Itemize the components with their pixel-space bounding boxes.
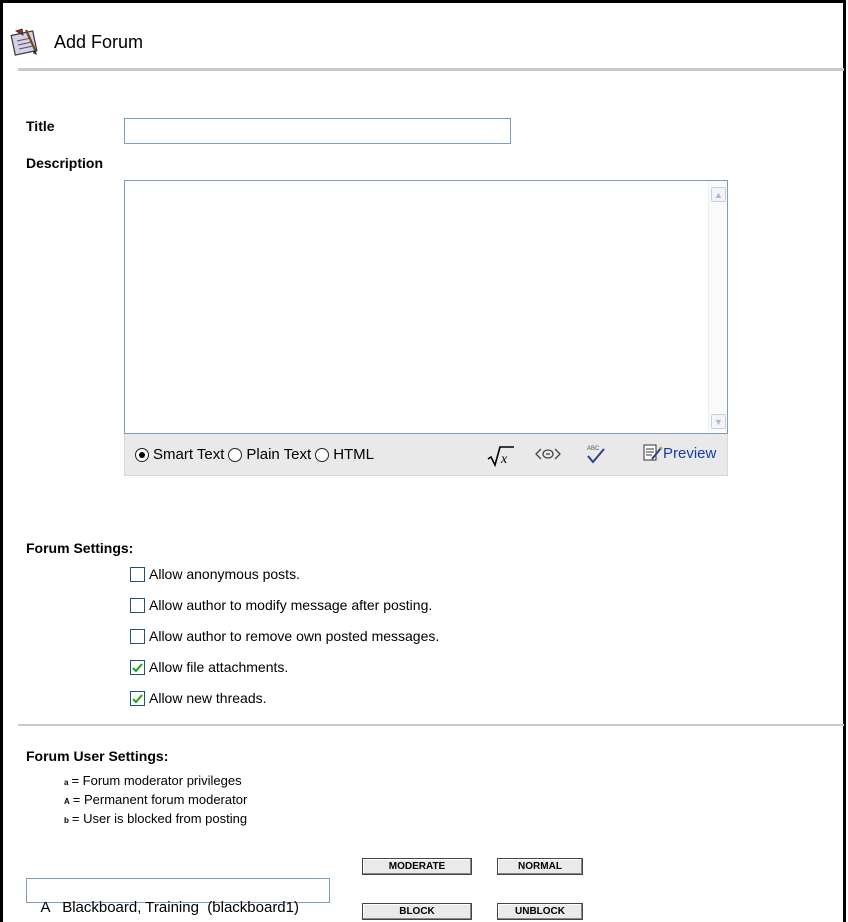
scroll-up-icon[interactable]: ▲ (711, 187, 726, 202)
link-icon[interactable] (535, 447, 561, 461)
radio-smart-text[interactable] (135, 447, 149, 462)
preview-label: Preview (663, 444, 717, 462)
option-anonymous-posts[interactable]: Allow anonymous posts. (130, 566, 300, 582)
title-input[interactable] (124, 118, 511, 144)
block-button[interactable]: BLOCK (362, 903, 472, 920)
option-new-threads[interactable]: Allow new threads. (130, 690, 267, 706)
moderate-button[interactable]: MODERATE (362, 858, 472, 875)
legend-blocked-user: b = User is blocked from posting (64, 811, 247, 826)
user-listbox[interactable]: A Blackboard, Training (blackboard1) (26, 878, 330, 916)
user-list-item[interactable]: A Blackboard, Training (blackboard1) (41, 899, 299, 916)
checkbox-modify-after-posting[interactable] (130, 597, 145, 613)
option-anonymous-posts-label: Allow anonymous posts. (149, 566, 300, 582)
option-remove-own-messages-label: Allow author to remove own posted messag… (149, 628, 440, 644)
option-modify-after-posting[interactable]: Allow author to modify message after pos… (130, 597, 432, 613)
description-label: Description (26, 155, 104, 171)
unblock-button[interactable]: UNBLOCK (497, 903, 583, 920)
checkbox-file-attachments[interactable] (130, 659, 145, 675)
forum-settings-title: Forum Settings: (26, 540, 134, 556)
check-icon (132, 662, 143, 672)
editor-toolbar: Smart Text Plain Text HTML x ABC Preview (124, 434, 728, 476)
normal-button[interactable]: NORMAL (497, 858, 583, 875)
page-title: Add Forum (54, 31, 144, 52)
checkbox-remove-own-messages[interactable] (130, 628, 145, 644)
option-new-threads-label: Allow new threads. (149, 690, 267, 706)
settings-divider (18, 724, 844, 726)
legend-text: = Permanent forum moderator (72, 792, 248, 807)
svg-text:x: x (500, 452, 508, 467)
option-remove-own-messages[interactable]: Allow author to remove own posted messag… (130, 628, 439, 644)
legend-text: = User is blocked from posting (71, 811, 248, 826)
option-file-attachments-label: Allow file attachments. (149, 659, 289, 675)
checkbox-new-threads[interactable] (130, 690, 145, 706)
description-editor: ▲ ▼ (124, 180, 728, 434)
page-header: Add Forum (10, 22, 143, 62)
option-file-attachments[interactable]: Allow file attachments. (130, 659, 288, 675)
preview-icon (643, 444, 663, 461)
radio-html[interactable] (315, 447, 330, 462)
check-icon (132, 693, 143, 703)
mode-plain-text[interactable]: Plain Text (228, 446, 311, 463)
mode-smart-text[interactable]: Smart Text (135, 446, 224, 463)
legend-key: b (64, 816, 69, 825)
mode-html-label: HTML (333, 446, 375, 463)
legend-key: A (64, 797, 70, 806)
description-textarea[interactable] (125, 181, 708, 433)
legend-permanent-moderator: A = Permanent forum moderator (64, 792, 247, 807)
scroll-down-icon[interactable]: ▼ (711, 414, 726, 429)
header-divider (18, 68, 844, 71)
radio-plain-text[interactable] (228, 447, 243, 462)
mode-html[interactable]: HTML (315, 446, 374, 463)
legend-moderator-privileges: a = Forum moderator privileges (64, 773, 242, 788)
mode-smart-text-label: Smart Text (153, 446, 225, 463)
option-modify-after-posting-label: Allow author to modify message after pos… (149, 597, 433, 613)
legend-text: = Forum moderator privileges (71, 773, 242, 788)
description-scrollbar[interactable]: ▲ ▼ (708, 181, 727, 433)
checkbox-anonymous-posts[interactable] (130, 566, 145, 582)
title-label: Title (26, 118, 55, 134)
forum-edit-icon (10, 28, 38, 56)
legend-key: a (64, 778, 69, 787)
preview-link[interactable]: Preview (643, 444, 716, 462)
user-settings-title: Forum User Settings: (26, 748, 169, 764)
math-equation-icon[interactable]: x (487, 445, 515, 467)
mode-plain-text-label: Plain Text (246, 446, 312, 463)
svg-text:ABC: ABC (587, 446, 600, 452)
spell-check-icon[interactable]: ABC (585, 443, 607, 465)
